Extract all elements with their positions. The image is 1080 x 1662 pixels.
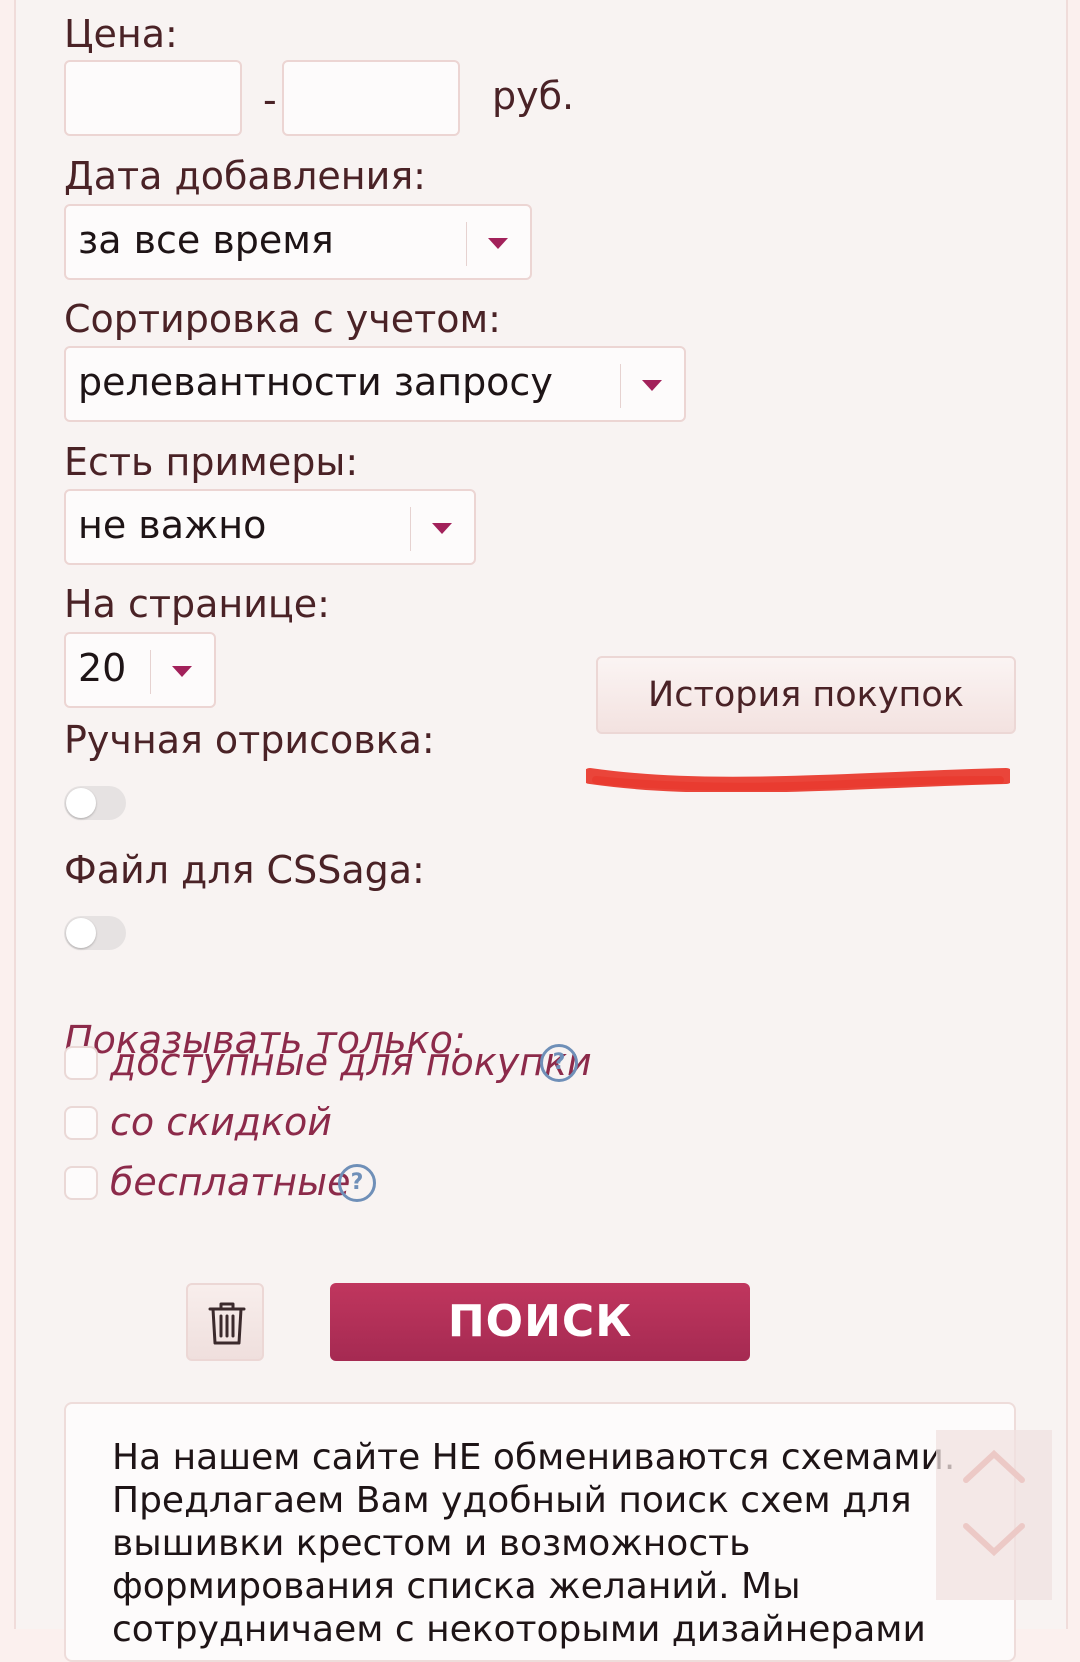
price-separator: - [263, 78, 277, 122]
clear-filters-button[interactable] [186, 1283, 264, 1361]
toggle-knob [66, 788, 96, 818]
examples-label: Есть примеры: [64, 440, 359, 484]
sort-value: релевантности запросу [78, 360, 553, 404]
toggle-knob [66, 918, 96, 948]
available-checkbox[interactable] [64, 1046, 98, 1080]
free-option[interactable]: бесплатные ? [64, 1160, 404, 1210]
manual-drawing-toggle[interactable] [64, 786, 126, 820]
cssaga-toggle[interactable] [64, 916, 126, 950]
help-icon[interactable]: ? [540, 1044, 578, 1082]
trash-icon [208, 1302, 246, 1345]
currency-label: руб. [492, 74, 575, 118]
chevron-down-icon [642, 380, 662, 391]
free-label: бесплатные [110, 1160, 351, 1204]
date-added-value: за все время [78, 218, 334, 262]
scroll-controls[interactable] [936, 1430, 1052, 1600]
date-added-label: Дата добавления: [64, 154, 426, 198]
scroll-down-icon [963, 1523, 1025, 1557]
discount-checkbox[interactable] [64, 1106, 98, 1140]
info-text: На нашем сайте НЕ обмениваются схемами. … [112, 1437, 956, 1650]
per-page-select[interactable]: 20 [64, 632, 216, 708]
select-divider [150, 650, 151, 694]
cssaga-label: Файл для CSSaga: [64, 848, 425, 892]
sort-select[interactable]: релевантности запросу [64, 346, 686, 422]
scroll-up-icon [963, 1449, 1025, 1483]
select-divider [466, 222, 467, 266]
search-button[interactable]: ПОИСК [330, 1283, 750, 1361]
price-min-input[interactable] [64, 60, 242, 136]
sort-label: Сортировка с учетом: [64, 297, 501, 341]
chevron-down-icon [488, 238, 508, 249]
price-max-input[interactable] [282, 60, 460, 136]
discount-option[interactable]: со скидкой [64, 1100, 364, 1150]
per-page-label: На странице: [64, 582, 330, 626]
select-divider [620, 364, 621, 408]
discount-label: со скидкой [110, 1100, 332, 1144]
manual-drawing-label: Ручная отрисовка: [64, 718, 435, 762]
info-box: На нашем сайте НЕ обмениваются схемами. … [64, 1402, 1016, 1662]
date-added-select[interactable]: за все время [64, 204, 532, 280]
help-icon[interactable]: ? [338, 1164, 376, 1202]
examples-select[interactable]: не важно [64, 489, 476, 565]
select-divider [410, 507, 411, 551]
chevron-down-icon [172, 666, 192, 677]
per-page-value: 20 [78, 646, 127, 690]
scroll-arrows [963, 1449, 1025, 1557]
price-label: Цена: [64, 12, 178, 56]
available-label: доступные для покупки [110, 1040, 592, 1084]
purchase-history-button[interactable]: История покупок [596, 656, 1016, 734]
examples-value: не важно [78, 503, 267, 547]
chevron-down-icon [432, 523, 452, 534]
available-for-purchase-option[interactable]: доступные для покупки ? [64, 1040, 604, 1090]
red-underline-scribble [586, 768, 1010, 792]
free-checkbox[interactable] [64, 1166, 98, 1200]
